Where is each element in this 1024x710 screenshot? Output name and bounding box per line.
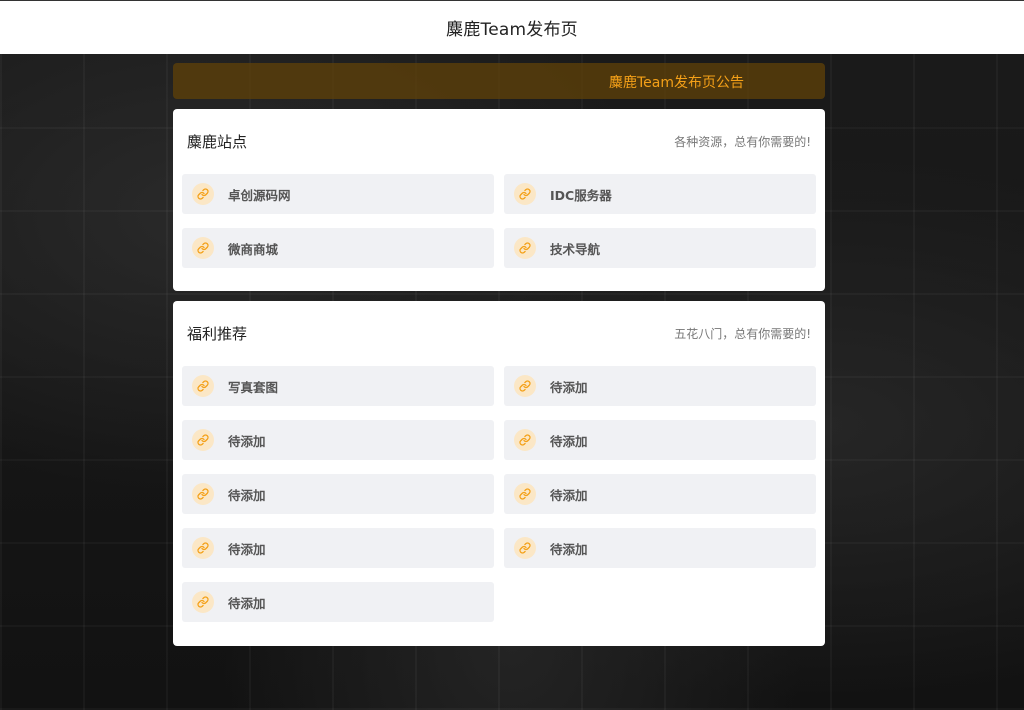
link-label: 待添加 xyxy=(550,541,588,557)
link-icon xyxy=(514,183,536,205)
link-grid: 写真套图 待添加 待添加 待添加 待添加 待添加 待添加 待添加 待添加 xyxy=(182,366,816,622)
section-subtitle: 各种资源，总有你需要的! xyxy=(674,134,811,149)
link-item[interactable]: 待添加 xyxy=(504,474,816,514)
announcement-text: 麋鹿Team发布页公告 xyxy=(609,75,745,91)
link-label: 写真套图 xyxy=(228,379,279,395)
section-header: 麋鹿站点 各种资源，总有你需要的! xyxy=(187,131,811,151)
section-title: 麋鹿站点 xyxy=(187,132,248,151)
link-label: 待添加 xyxy=(550,433,588,449)
section-header: 福利推荐 五花八门，总有你需要的! xyxy=(187,323,811,343)
section-card-welfare: 福利推荐 五花八门，总有你需要的! 写真套图 待添加 待添加 待添加 待添加 待添加 待添加… xyxy=(173,301,825,646)
page-title: 麋鹿Team发布页 xyxy=(446,20,578,40)
link-label: 卓创源码网 xyxy=(228,187,291,203)
section-subtitle: 五花八门，总有你需要的! xyxy=(674,326,811,341)
link-label: 待添加 xyxy=(228,595,266,611)
link-label: IDC服务器 xyxy=(550,187,612,203)
link-item[interactable]: 待添加 xyxy=(182,420,494,460)
link-icon xyxy=(192,537,214,559)
link-icon xyxy=(514,237,536,259)
link-icon xyxy=(514,429,536,451)
top-header-bar: 麋鹿Team发布页 xyxy=(0,0,1024,54)
link-label: 技术导航 xyxy=(550,241,601,257)
link-label: 待添加 xyxy=(228,541,266,557)
link-label: 待添加 xyxy=(228,433,266,449)
announcement-bar: 麋鹿Team发布页公告 xyxy=(173,63,825,99)
link-label: 待添加 xyxy=(550,487,588,503)
link-item[interactable]: 待添加 xyxy=(182,474,494,514)
link-item[interactable]: 技术导航 xyxy=(504,228,816,268)
section-title: 福利推荐 xyxy=(187,324,248,343)
link-label: 待添加 xyxy=(550,379,588,395)
link-label: 待添加 xyxy=(228,487,266,503)
link-item[interactable]: 待添加 xyxy=(504,366,816,406)
link-grid: 卓创源码网 IDC服务器微商商城 技术导航 xyxy=(182,174,816,268)
link-item[interactable]: 待添加 xyxy=(504,420,816,460)
link-item[interactable]: 待添加 xyxy=(182,582,494,622)
link-icon xyxy=(514,375,536,397)
link-icon xyxy=(192,237,214,259)
link-icon xyxy=(192,591,214,613)
link-icon xyxy=(514,537,536,559)
link-label: 微商商城 xyxy=(228,241,279,257)
section-card-sites: 麋鹿站点 各种资源，总有你需要的! 卓创源码网 IDC服务器微商商城 技术导航 xyxy=(173,109,825,291)
link-item[interactable]: 卓创源码网 xyxy=(182,174,494,214)
link-item[interactable]: 写真套图 xyxy=(182,366,494,406)
link-icon xyxy=(192,483,214,505)
link-item[interactable]: 待添加 xyxy=(182,528,494,568)
link-item[interactable]: IDC服务器 xyxy=(504,174,816,214)
link-icon xyxy=(192,429,214,451)
link-item[interactable]: 待添加 xyxy=(504,528,816,568)
link-icon xyxy=(514,483,536,505)
link-icon xyxy=(192,375,214,397)
link-item[interactable]: 微商商城 xyxy=(182,228,494,268)
link-icon xyxy=(192,183,214,205)
